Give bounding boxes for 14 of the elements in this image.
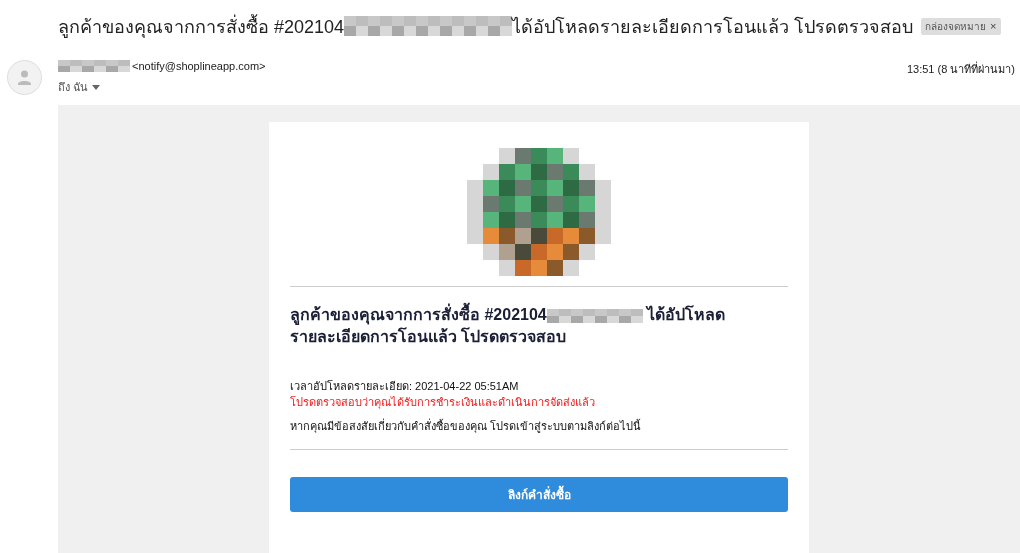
inbox-label: กล่องจดหมาย × (921, 17, 1001, 35)
email-heading: ลูกค้าของคุณจากการสั่งซื้อ #202104 ได้อัปโหลดรายละเอียดการโอนแล้ว โปรดตรวจสอบ (290, 304, 750, 348)
caret-icon (92, 84, 101, 90)
warning-text: โปรดตรวจสอบว่าคุณได้รับการชำระเงินและดำเนินการจัดส่งแล้ว (290, 395, 596, 410)
remove-label-button[interactable]: × (990, 20, 997, 32)
avatar-icon (7, 60, 42, 95)
upload-time: เวลาอัปโหลดรายละเอียด: 2021-04-22 05:51AM (290, 379, 520, 394)
sent-time: 13:51 (8 นาทีที่ผ่านมา) (906, 60, 1015, 77)
email-subject: ลูกค้าของคุณจากการสั่งซื้อ #202104 (58, 13, 345, 40)
note-text: หากคุณมีข้อสงสัยเกี่ยวกับคำสั่งซื้อของคุณ โปรดเข้าสู่ระบบตามลิงก์ต่อไปนี้ (290, 418, 643, 434)
recipient-dropdown[interactable]: ถึง ฉัน (58, 78, 891, 96)
sender-email: <notify@shoplineapp.com> (132, 60, 266, 72)
email-subject: ได้อัปโหลดรายละเอียดการโอนแล้ว โปรดตรวจสอบ (512, 15, 914, 39)
order-link-button[interactable]: ลิงก์คำสั่งซื้อ (290, 477, 788, 512)
